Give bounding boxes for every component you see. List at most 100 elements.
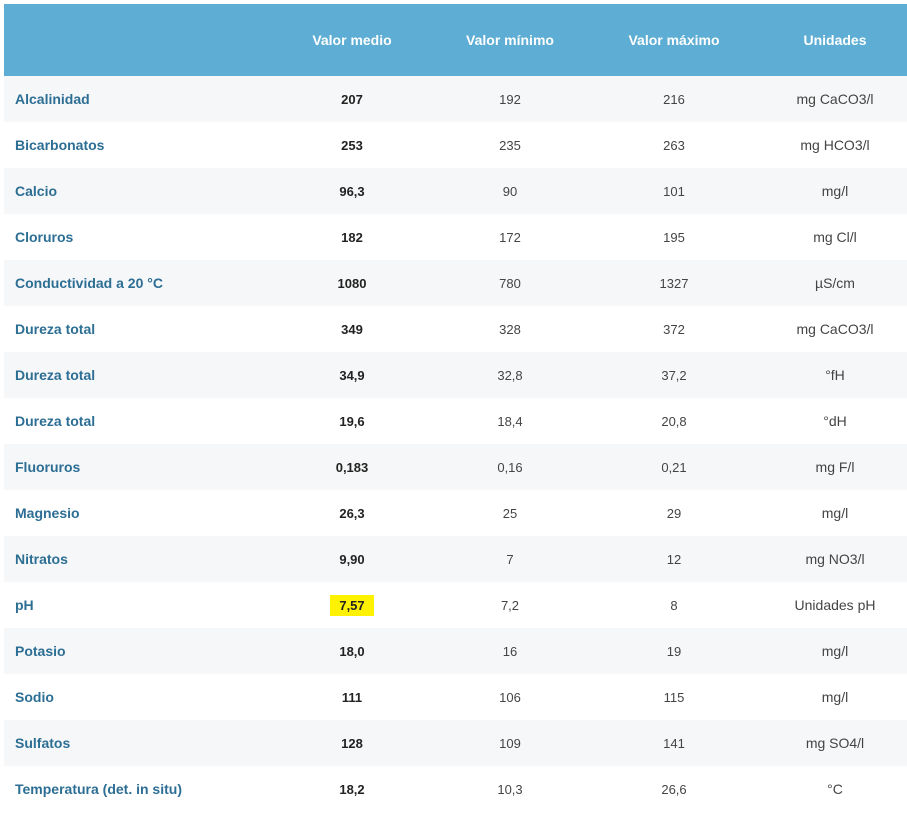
valor-medio-cell: 253 <box>341 137 363 153</box>
valor-medio-cell: 7,57 <box>269 594 435 616</box>
unidades-cell: mg SO4/l <box>805 735 865 751</box>
valor-minimo-cell: 172 <box>499 229 521 245</box>
valor-medio-cell: 128 <box>341 735 363 751</box>
table-header: Valor medio Valor mínimo Valor máximo Un… <box>4 4 907 76</box>
parameter-name: Sulfatos <box>15 735 71 751</box>
valor-maximo-cell: 216 <box>663 91 685 107</box>
valor-maximo-cell: 1327 <box>659 275 689 291</box>
valor-maximo-cell: 0,21 <box>661 459 687 475</box>
valor-maximo-cell: 141 <box>663 735 685 751</box>
parameter-name: Potasio <box>15 643 66 659</box>
table-row: Calcio 96,3 90 101 mg/l <box>4 168 907 214</box>
valor-minimo-cell: 780 <box>499 275 521 291</box>
table-row: Cloruros 182 172 195 mg Cl/l <box>4 214 907 260</box>
valor-medio-cell: 1080 <box>337 275 367 291</box>
unidades-cell: mg/l <box>821 689 849 705</box>
unidades-cell: mg/l <box>821 643 849 659</box>
valor-medio-cell: 34,9 <box>339 367 365 383</box>
valor-minimo-cell: 7 <box>506 551 514 567</box>
valor-minimo-cell: 10,3 <box>497 781 523 797</box>
table-row: Alcalinidad 207 192 216 mg CaCO3/l <box>4 76 907 122</box>
parameter-name: Fluoruros <box>15 459 81 475</box>
table-row: Conductividad a 20 °C 1080 780 1327 µS/cm <box>4 260 907 306</box>
valor-medio-cell: 9,90 <box>339 551 365 567</box>
unidades-cell: °dH <box>823 413 847 429</box>
parameter-name: Magnesio <box>15 505 80 521</box>
valor-medio-cell: 182 <box>341 229 363 245</box>
valor-maximo-cell: 20,8 <box>661 413 687 429</box>
table-row: Temperatura (det. in situ) 18,2 10,3 26,6 °C <box>4 766 907 812</box>
table-row: Nitratos 9,90 7 12 mg NO3/l <box>4 536 907 582</box>
valor-medio-cell: 207 <box>341 91 363 107</box>
valor-maximo-cell: 372 <box>663 321 685 337</box>
valor-minimo-cell: 235 <box>499 137 521 153</box>
valor-minimo-cell: 32,8 <box>497 367 523 383</box>
valor-minimo-cell: 90 <box>502 183 518 199</box>
parameter-name: Nitratos <box>15 551 68 567</box>
valor-minimo-cell: 106 <box>499 689 521 705</box>
parameter-name: Conductividad a 20 °C <box>15 275 163 291</box>
header-valor-maximo: Valor máximo <box>628 32 720 48</box>
parameter-name: Temperatura (det. in situ) <box>15 781 182 797</box>
parameter-name: Dureza total <box>15 413 96 429</box>
valor-minimo-cell: 16 <box>502 643 518 659</box>
valor-maximo-cell: 19 <box>666 643 682 659</box>
highlighted-value: 7,57 <box>330 594 374 616</box>
table-row: Fluoruros 0,183 0,16 0,21 mg F/l <box>4 444 907 490</box>
parameter-name: Sodio <box>15 689 54 705</box>
parameter-name: Cloruros <box>15 229 74 245</box>
valor-medio-cell: 18,2 <box>339 781 365 797</box>
valor-medio-cell: 96,3 <box>339 183 365 199</box>
valor-minimo-cell: 192 <box>499 91 521 107</box>
unidades-cell: °fH <box>825 367 845 383</box>
table-row: Dureza total 349 328 372 mg CaCO3/l <box>4 306 907 352</box>
table-row: Dureza total 19,6 18,4 20,8 °dH <box>4 398 907 444</box>
valor-maximo-cell: 12 <box>666 551 682 567</box>
valor-maximo-cell: 101 <box>663 183 685 199</box>
table-row: Sulfatos 128 109 141 mg SO4/l <box>4 720 907 766</box>
valor-medio-cell: 18,0 <box>339 643 365 659</box>
unidades-cell: mg CaCO3/l <box>796 91 874 107</box>
valor-medio-cell: 111 <box>341 689 363 705</box>
valor-minimo-cell: 328 <box>499 321 521 337</box>
unidades-cell: mg Cl/l <box>813 229 857 245</box>
header-valor-minimo: Valor mínimo <box>466 32 554 48</box>
parameter-name: Calcio <box>15 183 58 199</box>
valor-maximo-cell: 263 <box>663 137 685 153</box>
valor-medio-cell: 349 <box>341 321 363 337</box>
valor-maximo-cell: 8 <box>670 597 678 613</box>
valor-maximo-cell: 115 <box>663 689 685 705</box>
unidades-cell: mg CaCO3/l <box>796 321 874 337</box>
table-row: pH 7,57 7,2 8 Unidades pH <box>4 582 907 628</box>
parameter-name: Alcalinidad <box>15 91 90 107</box>
valor-maximo-cell: 29 <box>666 505 682 521</box>
valor-medio-cell: 26,3 <box>339 505 365 521</box>
valor-minimo-cell: 7,2 <box>500 597 520 613</box>
unidades-cell: mg F/l <box>815 459 855 475</box>
parameter-name: Dureza total <box>15 367 96 383</box>
parameter-name: Bicarbonatos <box>15 137 105 153</box>
valor-maximo-cell: 37,2 <box>661 367 687 383</box>
table-row: Dureza total 34,9 32,8 37,2 °fH <box>4 352 907 398</box>
unidades-cell: mg HCO3/l <box>800 137 870 153</box>
valor-minimo-cell: 18,4 <box>497 413 523 429</box>
valor-minimo-cell: 0,16 <box>497 459 523 475</box>
unidades-cell: °C <box>827 781 843 797</box>
valor-maximo-cell: 26,6 <box>661 781 687 797</box>
valor-minimo-cell: 109 <box>499 735 521 751</box>
unidades-cell: Unidades pH <box>794 597 876 613</box>
table-row: Sodio 111 106 115 mg/l <box>4 674 907 720</box>
header-unidades: Unidades <box>803 32 867 48</box>
unidades-cell: mg/l <box>821 183 849 199</box>
unidades-cell: µS/cm <box>815 275 855 291</box>
valor-minimo-cell: 25 <box>502 505 518 521</box>
table-row: Potasio 18,0 16 19 mg/l <box>4 628 907 674</box>
valor-medio-cell: 0,183 <box>335 459 369 475</box>
header-valor-medio: Valor medio <box>312 32 392 48</box>
table-row: Bicarbonatos 253 235 263 mg HCO3/l <box>4 122 907 168</box>
table-row: Magnesio 26,3 25 29 mg/l <box>4 490 907 536</box>
valor-medio-cell: 19,6 <box>339 413 365 429</box>
water-quality-table: Valor medio Valor mínimo Valor máximo Un… <box>4 4 907 812</box>
table-body: Alcalinidad 207 192 216 mg CaCO3/l Bicarbonat… <box>4 76 907 812</box>
valor-maximo-cell: 195 <box>663 229 685 245</box>
